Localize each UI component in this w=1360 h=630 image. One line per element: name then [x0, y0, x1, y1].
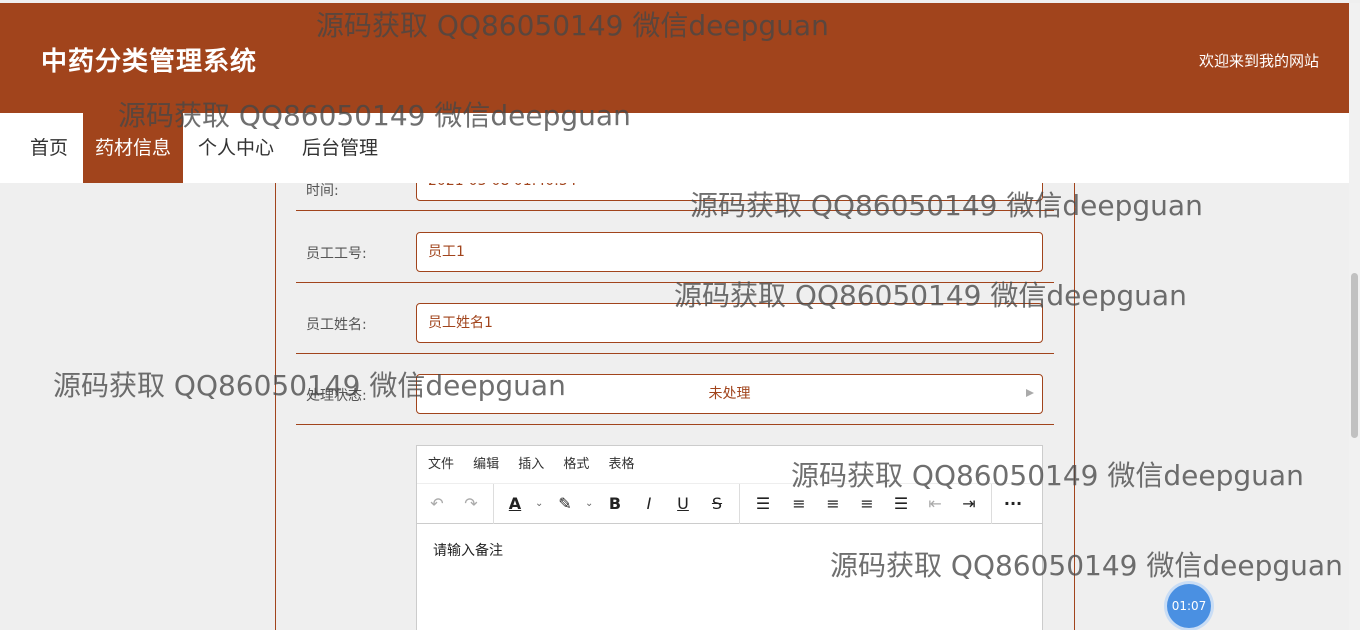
scroll-thumb[interactable] — [1351, 273, 1358, 438]
main-nav: 首页 药材信息 个人中心 后台管理 — [0, 113, 1349, 183]
bold-icon[interactable]: B — [603, 492, 627, 516]
employee-no-field[interactable]: 员工1 — [416, 232, 1043, 272]
align-justify-icon[interactable]: ☰ — [889, 492, 913, 516]
employee-no-label: 员工工号: — [306, 246, 367, 262]
align-left-icon[interactable]: ≡ — [787, 492, 811, 516]
outdent-icon[interactable]: ⇤ — [923, 492, 947, 516]
toolbar-divider — [991, 484, 992, 524]
chevron-down-icon[interactable]: ⌄ — [585, 492, 593, 516]
underline-icon[interactable]: U — [671, 492, 695, 516]
undo-icon[interactable]: ↶ — [425, 492, 449, 516]
form-row-status: 处理状态: 未处理 — [296, 354, 1054, 425]
line-height-icon[interactable]: ☰ — [751, 492, 775, 516]
form-row-employee-no: 员工工号: 员工1 — [296, 211, 1054, 283]
page-scrollbar[interactable] — [1349, 3, 1360, 630]
menu-table[interactable]: 表格 — [608, 446, 634, 484]
text-color-icon[interactable]: A — [503, 492, 527, 516]
menu-insert[interactable]: 插入 — [518, 446, 544, 484]
chevron-down-icon[interactable]: ⌄ — [535, 492, 543, 516]
status-select[interactable]: 未处理 — [416, 374, 1043, 414]
nav-item-admin[interactable]: 后台管理 — [290, 113, 390, 183]
editor-toolbar: ↶ ↷ A ⌄ ✎ ⌄ B I U S ☰ ≡ ≡ ≡ ☰ ⇤ ⇥ ··· — [417, 484, 1042, 524]
toolbar-divider — [493, 484, 494, 524]
nav-item-profile[interactable]: 个人中心 — [186, 113, 286, 183]
status-label: 处理状态: — [306, 388, 367, 404]
form-panel: 时间: 2021-03-08 01:40:54 员工工号: 员工1 员工姓名: … — [275, 183, 1075, 630]
redo-icon[interactable]: ↷ — [459, 492, 483, 516]
employee-name-label: 员工姓名: — [306, 317, 367, 333]
caret-icon — [1026, 389, 1034, 397]
highlight-icon[interactable]: ✎ — [553, 492, 577, 516]
time-field[interactable]: 2021-03-08 01:40:54 — [416, 183, 1043, 201]
editor-menubar: 文件 编辑 插入 格式 表格 — [417, 446, 1042, 484]
status-value: 未处理 — [708, 386, 751, 402]
form-row-employee-name: 员工姓名: 员工姓名1 — [296, 283, 1054, 354]
nav-item-herbs[interactable]: 药材信息 — [83, 113, 184, 183]
indent-icon[interactable]: ⇥ — [957, 492, 981, 516]
site-title: 中药分类管理系统 — [41, 47, 258, 77]
align-center-icon[interactable]: ≡ — [821, 492, 845, 516]
recording-timer[interactable]: 01:07 — [1167, 584, 1211, 628]
welcome-text: 欢迎来到我的网站 — [1198, 52, 1319, 70]
menu-file[interactable]: 文件 — [428, 446, 454, 484]
menu-format[interactable]: 格式 — [563, 446, 589, 484]
menu-edit[interactable]: 编辑 — [473, 446, 499, 484]
more-icon[interactable]: ··· — [1001, 492, 1025, 516]
rich-text-editor: 文件 编辑 插入 格式 表格 ↶ ↷ A ⌄ ✎ ⌄ B I U S ☰ ≡ ≡… — [416, 445, 1043, 630]
editor-body[interactable]: 请输入备注 — [417, 524, 1042, 576]
strikethrough-icon[interactable]: S — [705, 492, 729, 516]
form-row-time: 时间: 2021-03-08 01:40:54 — [296, 183, 1054, 211]
time-label: 时间: — [306, 183, 339, 199]
toolbar-divider — [739, 484, 740, 524]
employee-name-field[interactable]: 员工姓名1 — [416, 303, 1043, 343]
italic-icon[interactable]: I — [637, 492, 661, 516]
align-right-icon[interactable]: ≡ — [855, 492, 879, 516]
site-header: 中药分类管理系统 欢迎来到我的网站 — [0, 3, 1349, 113]
nav-item-home[interactable]: 首页 — [18, 113, 80, 183]
